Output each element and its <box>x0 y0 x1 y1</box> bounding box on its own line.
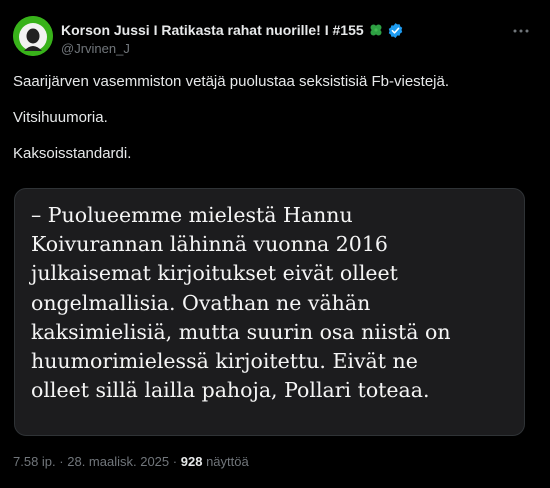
quote-line: ongelmallisia. Ovathan ne vähän <box>31 290 371 315</box>
name-row: Korson Jussi I Ratikasta rahat nuorille!… <box>61 20 490 40</box>
tweet-paragraph: Saarijärven vasemmiston vetäjä puolustaa… <box>13 73 450 90</box>
meta-separator: · <box>172 454 178 469</box>
attached-image[interactable]: – Puolueemme mielestä Hannu Koivurannan … <box>14 188 525 436</box>
quote-line: kaksimielisiä, mutta suurin osa niistä o… <box>31 319 451 344</box>
display-name[interactable]: Korson Jussi I Ratikasta rahat nuorille!… <box>61 22 364 38</box>
tweet-paragraph: Vitsihuumoria. <box>13 109 108 126</box>
avatar[interactable] <box>13 16 53 56</box>
quote-line: huumorimielessä kirjoitettu. Eivät ne <box>31 349 418 374</box>
quote-text: – Puolueemme mielestä Hannu Koivurannan … <box>31 201 516 405</box>
user-handle[interactable]: @Jrvinen_J <box>61 41 490 59</box>
quote-line: olleet sillä lailla pahoja, Pollari tote… <box>31 378 430 403</box>
tweet-paragraph: Kaksoisstandardi. <box>13 145 132 162</box>
views-count: 928 <box>180 454 203 469</box>
quote-line: julkaisemat kirjoitukset eivät olleet <box>31 261 398 286</box>
verified-badge-icon <box>387 22 404 39</box>
tweet: Korson Jussi I Ratikasta rahat nuorille!… <box>0 0 550 488</box>
tweet-meta: 7.58 ip. · 28. maalisk. 2025 · 928 näytt… <box>13 454 249 469</box>
views-label: näyttöä <box>206 454 249 469</box>
author-info: Korson Jussi I Ratikasta rahat nuorille!… <box>61 20 490 59</box>
meta-separator: · <box>59 454 64 469</box>
post-time[interactable]: 7.58 ip. <box>13 454 56 469</box>
more-options-icon[interactable] <box>512 22 530 40</box>
tweet-text: Saarijärven vasemmiston vetäjä puolustaa… <box>13 73 533 163</box>
avatar-portrait-icon <box>13 16 53 56</box>
quote-line: – Puolueemme mielestä Hannu <box>31 203 353 227</box>
post-date[interactable]: 28. maalisk. 2025 <box>67 454 169 469</box>
four-leaf-clover-icon <box>368 22 384 38</box>
quote-line: Koivurannan lähinnä vuonna 2016 <box>31 232 388 257</box>
